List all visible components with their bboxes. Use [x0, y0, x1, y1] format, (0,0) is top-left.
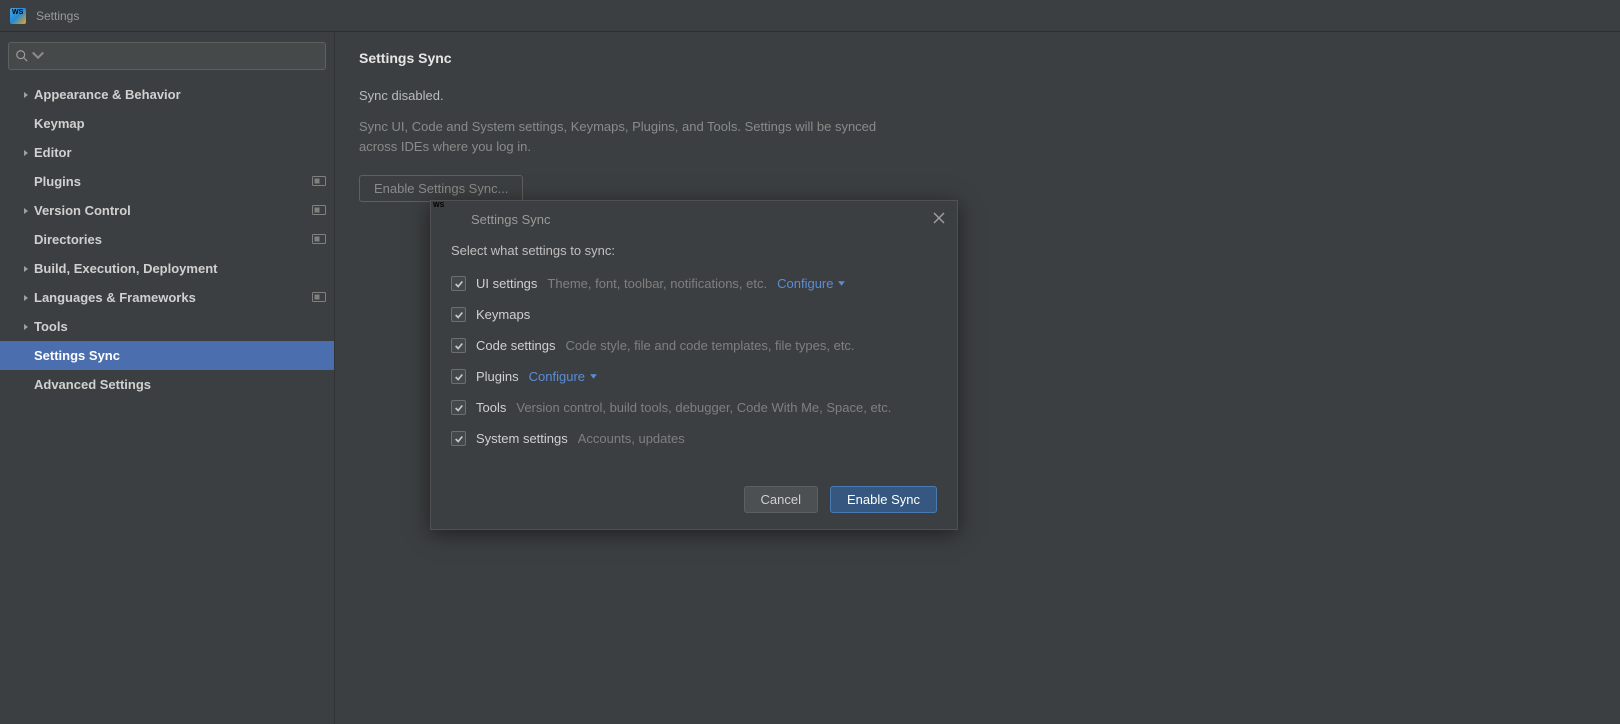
- option-hint: Version control, build tools, debugger, …: [516, 400, 891, 415]
- sidebar-item-label: Advanced Settings: [34, 377, 326, 392]
- configure-link[interactable]: Configure: [777, 276, 846, 291]
- sync-option-row: Code settings Code style, file and code t…: [451, 338, 937, 353]
- sync-option-row: Tools Version control, build tools, debug…: [451, 400, 937, 415]
- chevron-right-icon: [18, 265, 34, 273]
- checkbox[interactable]: [451, 338, 466, 353]
- sidebar-item-label: Editor: [34, 145, 326, 160]
- close-icon[interactable]: [933, 212, 945, 227]
- option-hint: Theme, font, toolbar, notifications, etc…: [547, 276, 767, 291]
- sidebar-item-tools[interactable]: Tools: [0, 312, 334, 341]
- sidebar-item-label: Plugins: [34, 174, 312, 189]
- chevron-right-icon: [18, 149, 34, 157]
- search-input[interactable]: [8, 42, 326, 70]
- sync-option-row: System settings Accounts, updates: [451, 431, 937, 446]
- configure-link[interactable]: Configure: [529, 369, 598, 384]
- sidebar-item-keymap[interactable]: Keymap: [0, 109, 334, 138]
- option-label: Keymaps: [476, 307, 530, 322]
- project-badge-icon: [312, 232, 326, 247]
- chevron-right-icon: [18, 91, 34, 99]
- option-label: Tools: [476, 400, 506, 415]
- project-badge-icon: [312, 203, 326, 218]
- sync-option-row: UI settings Theme, font, toolbar, notific…: [451, 276, 937, 291]
- settings-sidebar: Appearance & Behavior Keymap Editor Plugins…: [0, 32, 335, 724]
- dialog-prompt: Select what settings to sync:: [451, 243, 937, 258]
- checkbox[interactable]: [451, 369, 466, 384]
- sidebar-item-label: Languages & Frameworks: [34, 290, 312, 305]
- option-label: UI settings: [476, 276, 537, 291]
- enable-sync-button[interactable]: Enable Sync: [830, 486, 937, 513]
- checkbox[interactable]: [451, 400, 466, 415]
- option-hint: Code style, file and code templates, fil…: [566, 338, 855, 353]
- page-title: Settings Sync: [359, 50, 1620, 66]
- sidebar-item-version-control[interactable]: Version Control: [0, 196, 334, 225]
- sidebar-item-label: Build, Execution, Deployment: [34, 261, 326, 276]
- option-label: System settings: [476, 431, 568, 446]
- cancel-button[interactable]: Cancel: [744, 486, 818, 513]
- app-icon: [443, 210, 461, 228]
- window-title: Settings: [36, 9, 79, 23]
- chevron-right-icon: [18, 207, 34, 215]
- sidebar-item-label: Tools: [34, 319, 326, 334]
- checkbox[interactable]: [451, 307, 466, 322]
- checkbox[interactable]: [451, 431, 466, 446]
- sidebar-item-label: Keymap: [34, 116, 326, 131]
- sidebar-item-label: Directories: [34, 232, 312, 247]
- sidebar-item-label: Appearance & Behavior: [34, 87, 326, 102]
- dialog-titlebar: Settings Sync: [431, 201, 957, 237]
- sidebar-item-settings-sync[interactable]: Settings Sync: [0, 341, 334, 370]
- sidebar-item-label: Settings Sync: [34, 348, 326, 363]
- sidebar-item-advanced-settings[interactable]: Advanced Settings: [0, 370, 334, 399]
- chevron-down-icon: [31, 49, 45, 63]
- option-label: Plugins: [476, 369, 519, 384]
- enable-settings-sync-button[interactable]: Enable Settings Sync...: [359, 175, 523, 202]
- chevron-right-icon: [18, 294, 34, 302]
- sidebar-item-build-execution-deployment[interactable]: Build, Execution, Deployment: [0, 254, 334, 283]
- sync-option-row: Keymaps: [451, 307, 937, 322]
- sync-status: Sync disabled.: [359, 88, 1620, 103]
- option-hint: Accounts, updates: [578, 431, 685, 446]
- sidebar-item-languages-frameworks[interactable]: Languages & Frameworks: [0, 283, 334, 312]
- project-badge-icon: [312, 290, 326, 305]
- sidebar-item-editor[interactable]: Editor: [0, 138, 334, 167]
- sidebar-item-plugins[interactable]: Plugins: [0, 167, 334, 196]
- app-icon: [10, 8, 26, 24]
- sync-option-row: Plugins Configure: [451, 369, 937, 384]
- sync-description: Sync UI, Code and System settings, Keyma…: [359, 117, 879, 157]
- dialog-title: Settings Sync: [471, 212, 933, 227]
- search-icon: [15, 49, 29, 63]
- sidebar-item-appearance-behavior[interactable]: Appearance & Behavior: [0, 80, 334, 109]
- chevron-right-icon: [18, 323, 34, 331]
- checkbox[interactable]: [451, 276, 466, 291]
- settings-sync-dialog: Settings Sync Select what settings to sy…: [430, 200, 958, 530]
- project-badge-icon: [312, 174, 326, 189]
- option-label: Code settings: [476, 338, 556, 353]
- sidebar-item-directories[interactable]: Directories: [0, 225, 334, 254]
- sidebar-item-label: Version Control: [34, 203, 312, 218]
- window-titlebar: Settings: [0, 0, 1620, 32]
